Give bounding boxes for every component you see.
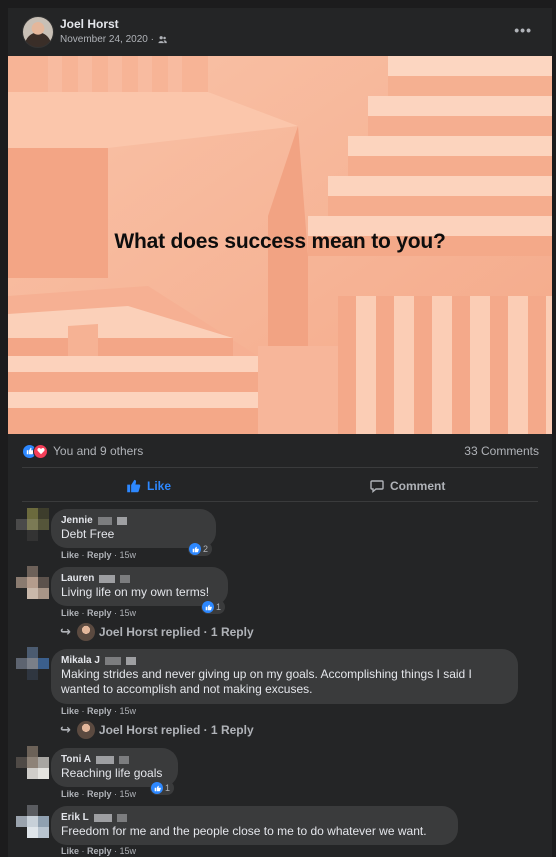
friends-icon	[158, 36, 167, 44]
comment-reply-link[interactable]: Reply	[87, 608, 112, 618]
image-headline: What does success mean to you?	[114, 230, 446, 253]
commenter-name[interactable]: Lauren	[61, 572, 218, 585]
like-icon	[202, 601, 214, 613]
comment-text: Freedom for me and the people close to m…	[61, 824, 427, 838]
comment-actions: Like · Reply · 15w	[61, 846, 137, 856]
commenter-name[interactable]: Jennie	[61, 514, 206, 527]
commenter-name[interactable]: Erik L	[61, 811, 448, 824]
post-header: Joel Horst November 24, 2020 · •••	[8, 8, 552, 56]
divider-top	[22, 467, 538, 468]
commenter-avatar[interactable]	[16, 746, 49, 779]
reply-arrow-icon: ↪	[60, 722, 71, 737]
comment-reply-link[interactable]: Reply	[87, 550, 112, 560]
comment-reply-link[interactable]: Reply	[87, 706, 112, 716]
post-date[interactable]: November 24, 2020 ·	[60, 34, 154, 45]
author-name[interactable]: Joel Horst	[60, 17, 119, 31]
comment-like-link[interactable]: Like	[61, 550, 79, 560]
reactions-summary[interactable]: You and 9 others	[22, 442, 143, 460]
love-icon	[33, 443, 48, 459]
like-button[interactable]: Like	[126, 476, 171, 496]
like-icon	[151, 782, 163, 794]
more-options-icon[interactable]: •••	[514, 22, 532, 38]
commenter-name[interactable]: Toni A	[61, 753, 168, 766]
commenter-avatar[interactable]	[16, 566, 49, 599]
post-meta: November 24, 2020 ·	[60, 34, 167, 45]
comment-button[interactable]: Comment	[370, 476, 445, 496]
comment-label: Comment	[390, 479, 446, 493]
comment-like-link[interactable]: Like	[61, 846, 79, 856]
commenter-avatar[interactable]	[16, 508, 49, 541]
post-image[interactable]: What does success mean to you?	[8, 56, 552, 434]
comment-time[interactable]: 15w	[120, 846, 137, 856]
comment-icon	[370, 480, 384, 493]
divider-bottom	[22, 501, 538, 502]
like-icon	[189, 543, 201, 555]
comment-actions: Like · Reply · 15w	[61, 550, 137, 560]
reply-arrow-icon: ↪	[60, 624, 71, 639]
comment-like-link[interactable]: Like	[61, 608, 79, 618]
comment-text: Living life on my own terms!	[61, 585, 210, 599]
comment-text: Debt Free	[61, 527, 115, 541]
comment-time[interactable]: 15w	[120, 706, 137, 716]
view-replies-link[interactable]: ↪ Joel Horst replied · 1 Reply	[60, 721, 254, 739]
comment-reply-link[interactable]: Reply	[87, 846, 112, 856]
replier-avatar	[76, 721, 95, 739]
author-avatar[interactable]	[22, 16, 54, 48]
comment-time[interactable]: 15w	[120, 550, 137, 560]
comment-reaction-badge[interactable]: 1	[150, 781, 175, 795]
comment-like-link[interactable]: Like	[61, 706, 79, 716]
commenter-avatar[interactable]	[16, 647, 49, 680]
comment-reaction-badge[interactable]: 2	[188, 542, 213, 556]
reactions-text: You and 9 others	[53, 444, 144, 458]
comment-like-link[interactable]: Like	[61, 789, 79, 799]
commenter-avatar[interactable]	[16, 805, 49, 838]
post-card: Joel Horst November 24, 2020 · ••• What …	[8, 8, 552, 857]
comment-time[interactable]: 15w	[120, 789, 137, 799]
comments-count[interactable]: 33 Comments	[464, 444, 539, 458]
comment-text: Making strides and never giving up on my…	[61, 667, 472, 696]
comment-bubble[interactable]: Erik L Freedom for me and the people clo…	[51, 806, 458, 845]
commenter-name[interactable]: Mikala J	[61, 654, 508, 667]
view-replies-link[interactable]: ↪ Joel Horst replied · 1 Reply	[60, 623, 254, 641]
comment-text: Reaching life goals	[61, 766, 163, 780]
comment-reply-link[interactable]: Reply	[87, 789, 112, 799]
comment-actions: Like · Reply · 15w	[61, 789, 137, 799]
comment-actions: Like · Reply · 15w	[61, 706, 137, 716]
comment-reaction-badge[interactable]: 1	[201, 600, 226, 614]
replier-avatar	[76, 623, 95, 641]
comment-bubble[interactable]: Lauren Living life on my own terms!	[51, 567, 228, 606]
thumbs-up-icon	[127, 479, 141, 493]
comment-time[interactable]: 15w	[120, 608, 137, 618]
like-label: Like	[147, 479, 172, 493]
comment-actions: Like · Reply · 15w	[61, 608, 137, 618]
comment-bubble[interactable]: Mikala J Making strides and never giving…	[51, 649, 518, 704]
